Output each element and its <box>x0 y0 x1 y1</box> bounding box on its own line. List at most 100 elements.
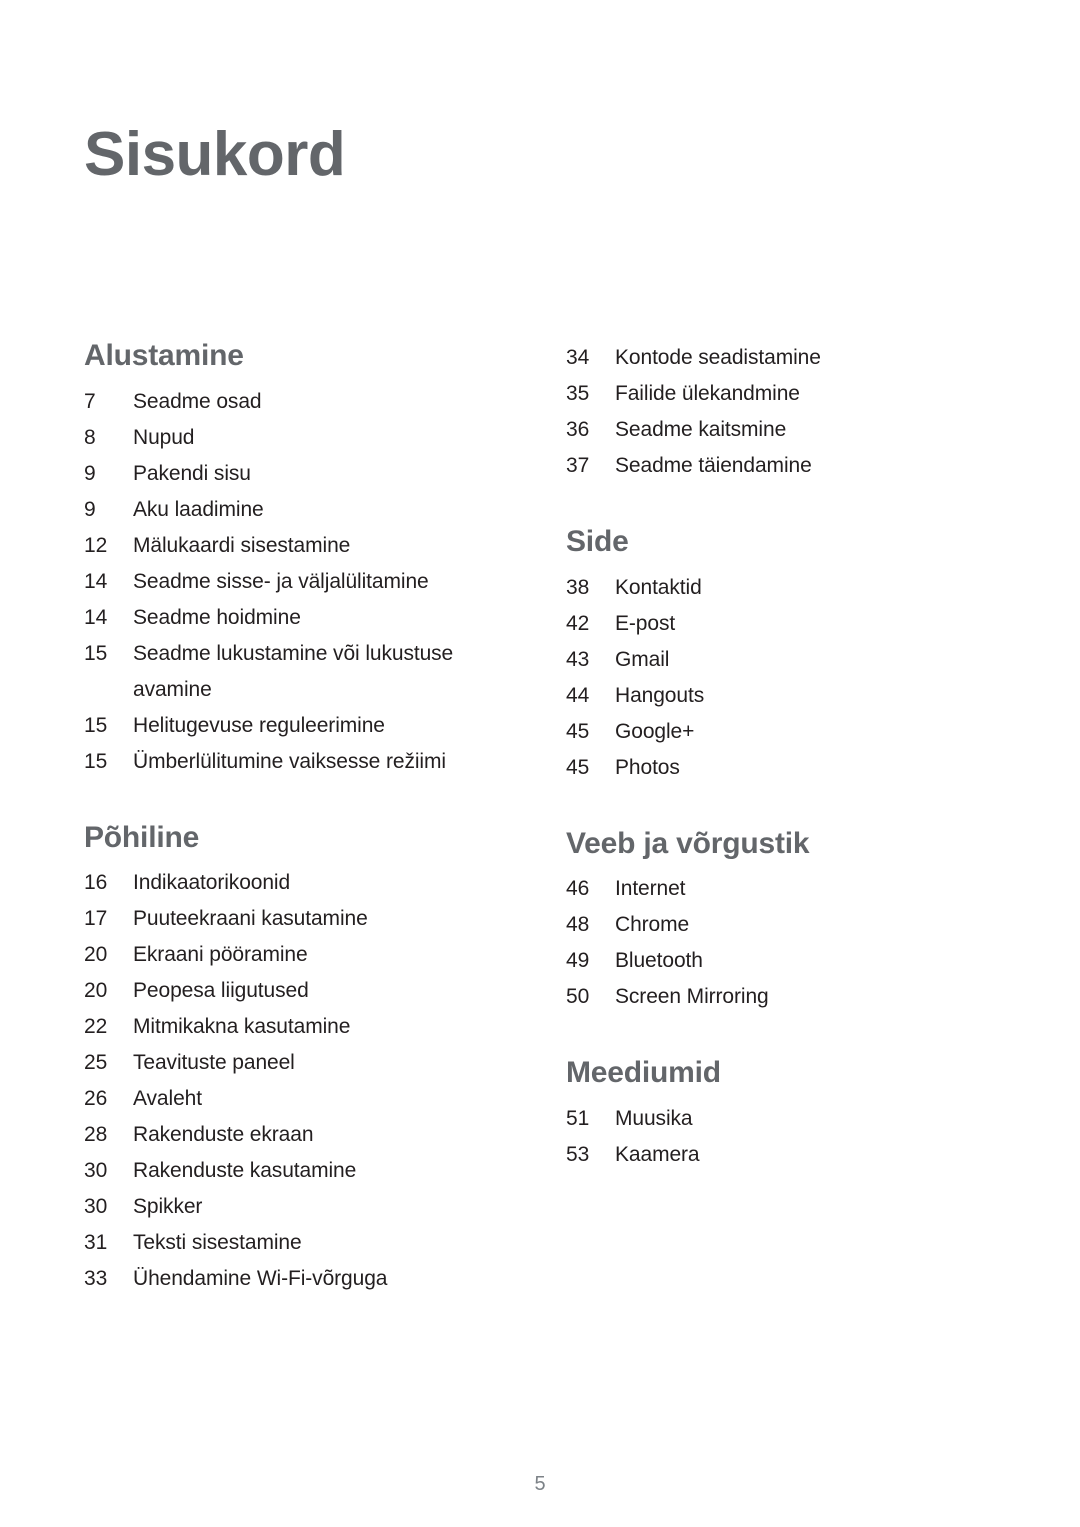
toc-section-heading: Alustamine <box>84 339 244 372</box>
toc-section-veeb-ja-v-rgustik: Veeb ja võrgustik 46 Internet 48 Chrome 49 Blu… <box>566 827 966 1016</box>
toc-entry-label: Avaleht <box>133 1087 202 1110</box>
toc-entry[interactable]: 33 Ühendamine Wi-Fi-võrguga <box>84 1261 504 1297</box>
toc-entry[interactable]: 30 Rakenduste kasutamine <box>84 1153 504 1189</box>
toc-entry-label: Spikker <box>133 1195 203 1218</box>
toc-entry-label: Seadme kaitsmine <box>615 418 787 441</box>
toc-entry[interactable]: 38 Kontaktid <box>566 570 966 606</box>
toc-entry-page-number: 28 <box>84 1123 108 1146</box>
toc-entry-page-number: 9 <box>84 461 96 485</box>
toc-entry-label: Hangouts <box>615 683 705 707</box>
toc-entry[interactable]: 9 Aku laadimine <box>84 492 504 528</box>
toc-entry[interactable]: 14 Seadme hoidmine <box>84 600 504 636</box>
toc-entry-list: 16 Indikaatorikoonid 17 Puuteekraani kasuta… <box>84 865 504 1297</box>
toc-entry[interactable]: 44 Hangouts <box>566 678 966 714</box>
toc-entry[interactable]: 45 Google+ <box>566 714 966 750</box>
toc-entry-label: Bluetooth <box>615 949 703 972</box>
toc-entry-page-number: 45 <box>566 755 590 779</box>
toc-entry-label: Helitugevuse reguleerimine <box>133 713 385 737</box>
toc-entry[interactable]: 26 Avaleht <box>84 1081 504 1117</box>
toc-entry-page-number: 15 <box>84 713 108 737</box>
toc-entry-list: 51 Muusika 53 Kaamera <box>566 1101 966 1173</box>
toc-entry-page-number: 43 <box>566 647 590 671</box>
toc-entry-label: Google+ <box>615 719 695 743</box>
toc-entry-list: 7 Seadme osad 8 Nupud 9 Pakendi sisu 9 Aku laad… <box>84 384 504 780</box>
toc-entry[interactable]: 20 Peopesa liigutused <box>84 973 504 1009</box>
toc-entry[interactable]: 28 Rakenduste ekraan <box>84 1117 504 1153</box>
toc-entry[interactable]: 36 Seadme kaitsmine <box>566 412 966 448</box>
toc-entry[interactable]: 53 Kaamera <box>566 1137 966 1173</box>
toc-entry-label: Internet <box>615 877 686 900</box>
toc-entry-page-number: 48 <box>566 913 590 936</box>
toc-entry[interactable]: 35 Failide ülekandmine <box>566 376 966 412</box>
toc-entry[interactable]: 51 Muusika <box>566 1101 966 1137</box>
toc-entry-page-number: 25 <box>84 1051 108 1074</box>
toc-entry-label: Muusika <box>615 1106 693 1130</box>
toc-entry-label: Failide ülekandmine <box>615 382 800 405</box>
toc-entry-label: Kontaktid <box>615 575 702 599</box>
toc-entry[interactable]: 37 Seadme täiendamine <box>566 448 966 484</box>
toc-entry-page-number: 53 <box>566 1142 590 1166</box>
toc-entry-page-number: 20 <box>84 943 108 966</box>
toc-entry-page-number: 31 <box>84 1231 108 1254</box>
toc-entry[interactable]: 34 Kontode seadistamine <box>566 340 966 376</box>
toc-entry-label: Indikaatorikoonid <box>133 871 291 894</box>
toc-entry[interactable]: 50 Screen Mirroring <box>566 979 966 1015</box>
toc-entry-page-number: 36 <box>566 418 590 441</box>
toc-entry-list: 46 Internet 48 Chrome 49 Bluetooth 50 Screen Mi… <box>566 871 966 1015</box>
toc-entry[interactable]: 12 Mälukaardi sisestamine <box>84 528 504 564</box>
toc-entry[interactable]: 46 Internet <box>566 871 966 907</box>
toc-entry-label: Pakendi sisu <box>133 461 251 485</box>
toc-entry[interactable]: 20 Ekraani pööramine <box>84 937 504 973</box>
toc-entry[interactable]: 48 Chrome <box>566 907 966 943</box>
toc-entry-label: Screen Mirroring <box>615 985 769 1008</box>
toc-entry-label: Kontode seadistamine <box>615 346 821 369</box>
toc-entry-page-number: 49 <box>566 949 590 972</box>
toc-entry[interactable]: 49 Bluetooth <box>566 943 966 979</box>
toc-entry-page-number: 8 <box>84 425 96 449</box>
toc-entry[interactable]: 15 Helitugevuse reguleerimine <box>84 708 504 744</box>
toc-entry[interactable]: 15 Ümberlülitumine vaiksesse režiimi <box>84 744 504 780</box>
toc-entry[interactable]: 42 E-post <box>566 606 966 642</box>
toc-entry-label: Aku laadimine <box>133 497 264 521</box>
toc-entry-label: Seadme täiendamine <box>615 454 812 477</box>
toc-entry-label: Teksti sisestamine <box>133 1231 302 1254</box>
toc-entry[interactable]: 8 Nupud <box>84 420 504 456</box>
toc-entry[interactable]: 15 Seadme lukustamine või lukustuse avami… <box>84 636 504 708</box>
toc-entry-page-number: 34 <box>566 346 590 369</box>
toc-entry-page-number: 42 <box>566 611 590 635</box>
toc-entry-page-number: 17 <box>84 907 108 930</box>
toc-entry-page-number: 9 <box>84 497 96 521</box>
toc-entry-page-number: 51 <box>566 1106 590 1130</box>
toc-entry[interactable]: 16 Indikaatorikoonid <box>84 865 504 901</box>
toc-entry-list: 38 Kontaktid 42 E-post 43 Gmail 44 Hangouts 45 Go… <box>566 570 966 786</box>
toc-section-alustamine: Alustamine 7 Seadme osad 8 Nupud 9 Pakendi sis… <box>84 340 504 780</box>
toc-entry[interactable]: 45 Photos <box>566 750 966 786</box>
toc-entry-page-number: 33 <box>84 1267 108 1290</box>
toc-entry[interactable]: 31 Teksti sisestamine <box>84 1225 504 1261</box>
toc-page: Sisukord Alustamine 7 Seadme osad 8 Nupud 9 Pa… <box>0 0 1080 1527</box>
toc-entry-label: Ümberlülitumine vaiksesse režiimi <box>133 749 446 773</box>
toc-entry-label: Puuteekraani kasutamine <box>133 907 368 930</box>
toc-entry[interactable]: 30 Spikker <box>84 1189 504 1225</box>
toc-entry-label: Seadme hoidmine <box>133 605 301 629</box>
toc-entry-label: Seadme sisse- ja väljalülitamine <box>133 569 429 593</box>
toc-entry[interactable]: 7 Seadme osad <box>84 384 504 420</box>
toc-entry-page-number: 16 <box>84 871 108 894</box>
toc-entry-label: Mälukaardi sisestamine <box>133 533 351 557</box>
toc-entry[interactable]: 17 Puuteekraani kasutamine <box>84 901 504 937</box>
folio-page-number: 5 <box>534 1473 546 1495</box>
toc-entry[interactable]: 43 Gmail <box>566 642 966 678</box>
toc-entry[interactable]: 22 Mitmikakna kasutamine <box>84 1009 504 1045</box>
toc-entry[interactable]: 14 Seadme sisse- ja väljalülitamine <box>84 564 504 600</box>
toc-entry-page-number: 12 <box>84 533 108 557</box>
toc-entry-page-number: 14 <box>84 569 108 593</box>
toc-entry-page-number: 30 <box>84 1159 108 1182</box>
toc-column-left: Alustamine 7 Seadme osad 8 Nupud 9 Pakendi sis… <box>84 340 504 1297</box>
toc-entry-page-number: 15 <box>84 641 108 665</box>
toc-entry-label: Peopesa liigutused <box>133 979 309 1002</box>
toc-section-side: Side 38 Kontaktid 42 E-post 43 Gmail 44 Hangouts… <box>566 526 966 786</box>
toc-entry-page-number: 15 <box>84 749 108 773</box>
toc-entry[interactable]: 25 Teavituste paneel <box>84 1045 504 1081</box>
toc-entry[interactable]: 9 Pakendi sisu <box>84 456 504 492</box>
toc-entry-label: Seadme osad <box>133 389 262 413</box>
